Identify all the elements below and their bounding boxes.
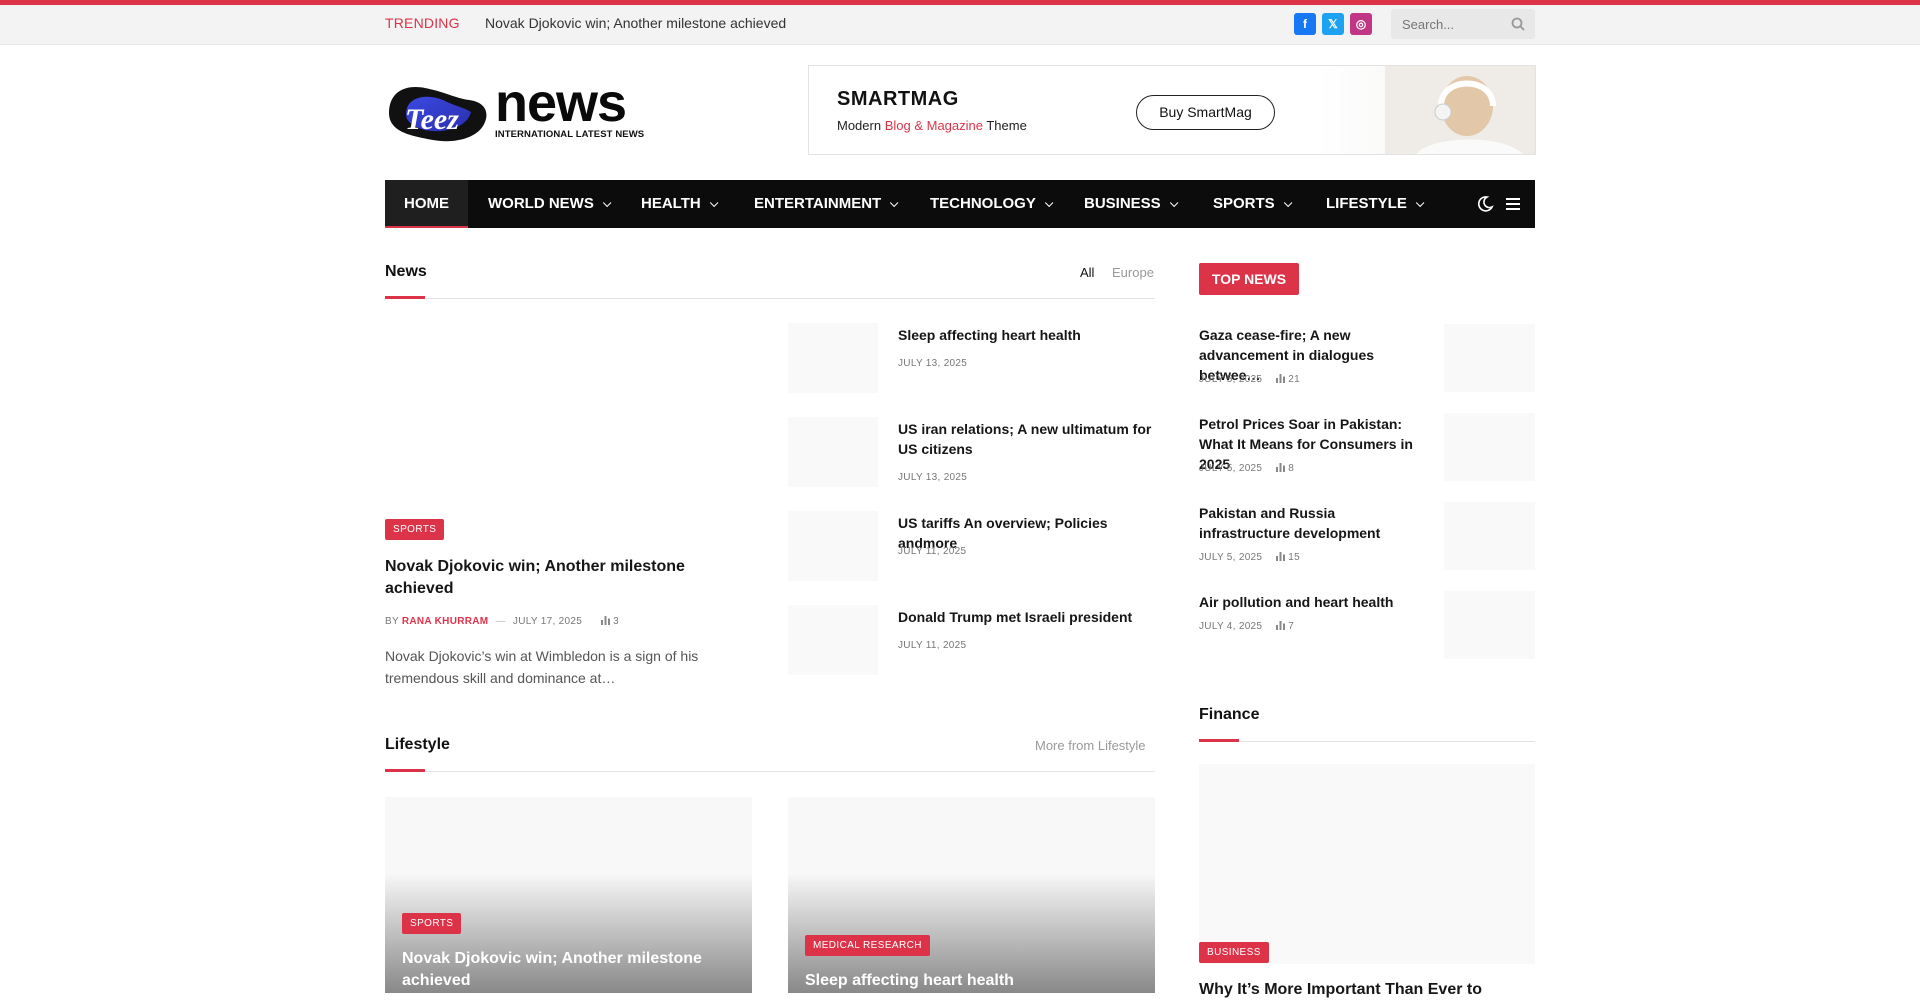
list-thumb[interactable] <box>788 323 878 393</box>
news-list-item-date: JULY 11, 2025 <box>898 546 967 557</box>
nav-entertainment[interactable]: ENTERTAINMENT <box>754 180 899 228</box>
featured-meta: BY RANA KHURRAM — JULY 17, 2025 3 <box>385 616 620 627</box>
chevron-down-icon <box>709 198 719 208</box>
views-chart-icon <box>1276 552 1286 561</box>
news-list-item-date: JULY 13, 2025 <box>898 472 968 483</box>
chevron-down-icon <box>1415 198 1425 208</box>
finance-section-header: Finance <box>1199 706 1535 742</box>
top-news-thumb[interactable] <box>1444 591 1535 659</box>
top-news-badge: TOP NEWS <box>1199 263 1299 295</box>
top-news-item-title[interactable]: Pakistan and Russia infrastructure devel… <box>1199 503 1429 543</box>
featured-excerpt: Novak Djokovic’s win at Wimbledon is a s… <box>385 648 699 686</box>
lifestyle-card[interactable]: MEDICAL RESEARCH Sleep affecting heart h… <box>788 797 1155 993</box>
featured-views: 3 <box>613 616 620 627</box>
ad-title: SMARTMAG <box>837 88 959 110</box>
top-news-item-meta: JULY 4, 2025 7 <box>1199 621 1295 632</box>
hamburger-menu-icon[interactable] <box>1504 195 1522 213</box>
views-chart-icon <box>601 616 611 625</box>
chevron-down-icon <box>1283 198 1293 208</box>
svg-text:Teez: Teez <box>405 103 459 136</box>
news-list-item-title[interactable]: Sleep affecting heart health <box>898 325 1155 345</box>
finance-category-badge[interactable]: BUSINESS <box>1199 942 1269 963</box>
dark-mode-moon-icon[interactable] <box>1476 195 1494 213</box>
views-chart-icon <box>1276 621 1286 630</box>
top-news-thumb[interactable] <box>1444 324 1535 392</box>
featured-headline[interactable]: Novak Djokovic win; Another milestone ac… <box>385 556 685 600</box>
top-news-thumb[interactable] <box>1444 502 1535 570</box>
top-news-item-meta: JULY 5, 2025 8 <box>1199 463 1295 474</box>
lifestyle-card[interactable]: SPORTS Novak Djokovic win; Another miles… <box>385 797 752 993</box>
buy-smartmag-button[interactable]: Buy SmartMag <box>1136 95 1275 130</box>
author-link[interactable]: RANA KHURRAM <box>402 616 489 627</box>
chevron-down-icon <box>1169 198 1179 208</box>
featured-post-image[interactable] <box>385 318 752 518</box>
finance-headline[interactable]: Why It’s More Important Than Ever to <box>1199 979 1535 1001</box>
top-news-item-meta: JULY 5, 2025 21 <box>1199 374 1301 385</box>
news-section-header: News All Europe <box>385 263 1155 299</box>
chevron-down-icon <box>1044 198 1054 208</box>
nav-world-news[interactable]: WORLD NEWS <box>488 180 612 228</box>
finance-featured-image[interactable] <box>1199 764 1535 964</box>
ad-subtitle: Modern Blog & Magazine Theme <box>837 118 1027 133</box>
list-thumb[interactable] <box>788 605 878 675</box>
smartmag-ad-banner[interactable]: SMARTMAG Modern Blog & Magazine Theme Bu… <box>808 65 1536 155</box>
top-news-item-title[interactable]: Air pollution and heart health <box>1199 592 1429 612</box>
filter-europe-tab[interactable]: Europe <box>1112 265 1154 280</box>
featured-date: JULY 17, 2025 <box>512 616 583 627</box>
more-from-lifestyle-link[interactable]: More from Lifestyle <box>1035 738 1146 753</box>
chevron-down-icon <box>602 198 612 208</box>
ad-woman-headphones-image <box>1385 66 1535 154</box>
main-navigation: HOME WORLD NEWS HEALTH ENTERTAINMENT TEC… <box>385 180 1535 228</box>
nav-lifestyle[interactable]: LIFESTYLE <box>1326 180 1425 228</box>
filter-all-tab[interactable]: All <box>1080 265 1094 280</box>
site-logo[interactable]: Teez news INTERNATIONAL LATEST NEWS <box>385 73 660 148</box>
views-chart-icon <box>1276 374 1286 383</box>
card-title: Sleep affecting heart health <box>805 972 1014 989</box>
top-news-item-meta: JULY 5, 2025 15 <box>1199 552 1301 563</box>
logo-wordmark: news <box>495 73 627 133</box>
nav-home[interactable]: HOME <box>385 180 468 228</box>
news-list-item-title[interactable]: Donald Trump met Israeli president <box>898 607 1155 627</box>
news-list-item-date: JULY 11, 2025 <box>898 640 967 651</box>
card-title: Novak Djokovic win; Another milestone ac… <box>402 950 702 989</box>
news-list-item-title[interactable]: US iran relations; A new ultimatum for U… <box>898 419 1155 459</box>
nav-sports[interactable]: SPORTS <box>1213 180 1293 228</box>
list-thumb[interactable] <box>788 511 878 581</box>
views-chart-icon <box>1276 463 1286 472</box>
card-category-badge[interactable]: MEDICAL RESEARCH <box>805 935 930 956</box>
logo-tagline: INTERNATIONAL LATEST NEWS <box>495 129 645 140</box>
chevron-down-icon <box>890 198 899 208</box>
card-category-badge[interactable]: SPORTS <box>402 913 462 934</box>
nav-technology[interactable]: TECHNOLOGY <box>930 180 1054 228</box>
news-section-title: News <box>385 263 427 280</box>
featured-category-badge[interactable]: SPORTS <box>385 519 445 540</box>
nav-business[interactable]: BUSINESS <box>1084 180 1179 228</box>
top-news-thumb[interactable] <box>1444 413 1535 481</box>
list-thumb[interactable] <box>788 417 878 487</box>
news-list-item-date: JULY 13, 2025 <box>898 358 968 369</box>
nav-health[interactable]: HEALTH <box>641 180 719 228</box>
finance-section-title: Finance <box>1199 706 1260 723</box>
lifestyle-section-header: Lifestyle More from Lifestyle <box>385 736 1155 772</box>
lifestyle-section-title: Lifestyle <box>385 736 450 753</box>
